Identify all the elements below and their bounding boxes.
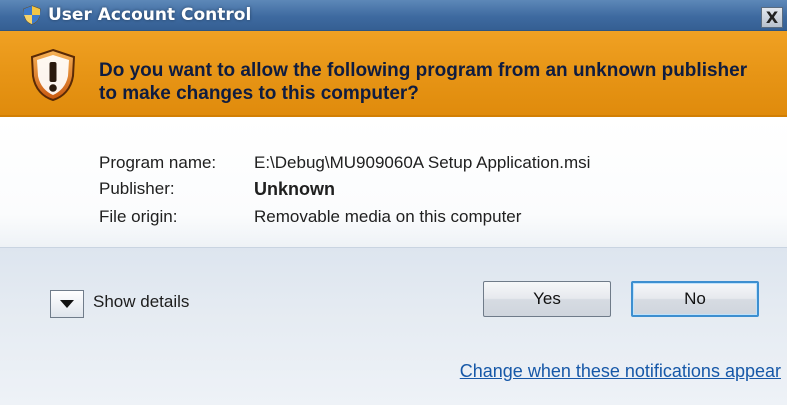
change-notifications-link[interactable]: Change when these notifications appear	[460, 361, 781, 382]
program-details: Program name: E:\Debug\MU909060A Setup A…	[0, 117, 787, 247]
show-details-toggle[interactable]	[50, 290, 84, 318]
uac-shield-icon	[23, 5, 41, 25]
file-origin-value: Removable media on this computer	[254, 207, 522, 226]
title-bar: User Account Control X	[0, 0, 787, 31]
publisher-value: Unknown	[254, 179, 335, 199]
no-button[interactable]: No	[631, 281, 759, 317]
chevron-down-icon	[60, 300, 74, 308]
show-details-label[interactable]: Show details	[93, 292, 189, 312]
program-name-label: Program name:	[99, 153, 217, 172]
program-name-value: E:\Debug\MU909060A Setup Application.msi	[254, 153, 591, 172]
warning-shield-icon	[30, 48, 76, 102]
yes-button[interactable]: Yes	[483, 281, 611, 317]
publisher-label: Publisher:	[99, 179, 175, 198]
uac-dialog: User Account Control X Do you want to al…	[0, 0, 787, 405]
warning-banner: Do you want to allow the following progr…	[0, 31, 787, 117]
file-origin-label: File origin:	[99, 207, 178, 226]
close-button[interactable]: X	[761, 7, 783, 28]
window-title: User Account Control	[48, 5, 252, 25]
banner-question: Do you want to allow the following progr…	[99, 60, 748, 104]
dialog-footer: Show details Yes No Change when these no…	[0, 247, 787, 405]
